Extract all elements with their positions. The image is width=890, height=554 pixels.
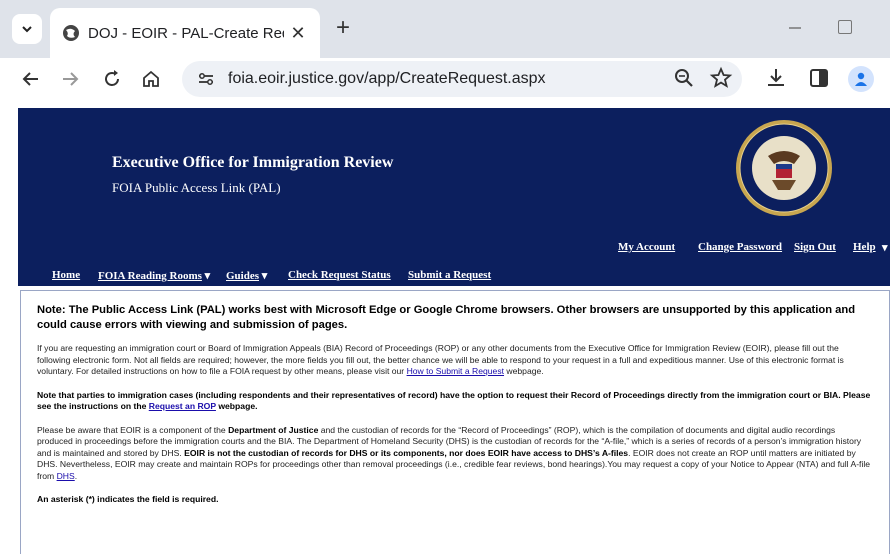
custodian-text-b: Department of Justice (228, 424, 319, 435)
nav-submit-label: Submit a Request (408, 269, 492, 281)
zoom-icon[interactable] (672, 66, 696, 90)
dhs-link[interactable]: DHS (57, 471, 75, 481)
site-header-banner: Executive Office for Immigration Review … (18, 108, 890, 286)
web-page: Executive Office for Immigration Review … (8, 108, 890, 554)
intro-end: webpage. (504, 366, 544, 376)
main-content: Note: The Public Access Link (PAL) works… (20, 290, 890, 554)
chevron-down-icon (22, 26, 32, 33)
browser-tab-bar: DOJ - EOIR - PAL-Create Reque ✕ + (0, 0, 890, 58)
browser-toolbar: foia.eoir.justice.gov/app/CreateRequest.… (0, 58, 890, 100)
nav-guides-label: Guides (226, 270, 260, 282)
tab-title: DOJ - EOIR - PAL-Create Reque (88, 24, 284, 42)
tab-close-icon[interactable]: ✕ (288, 23, 308, 44)
forward-icon[interactable] (57, 66, 83, 92)
help-caret-icon: ▾ (882, 242, 888, 254)
custodian-text-a: Please be aware that EOIR is a component… (37, 424, 229, 435)
intro-paragraph: If you are requesting an immigration cou… (37, 343, 873, 378)
agency-subtitle: FOIA Public Access Link (PAL) (112, 180, 281, 195)
back-icon[interactable] (18, 66, 44, 92)
sign-out-link[interactable]: Sign Out (794, 241, 836, 253)
nav-home[interactable]: Home (52, 269, 80, 281)
url-text: foia.eoir.justice.gov/app/CreateRequest.… (228, 70, 546, 87)
nav-home-label: Home (52, 269, 81, 281)
agency-title: Executive Office for Immigration Review (112, 154, 394, 171)
how-to-submit-link[interactable]: How to Submit a Request (407, 366, 504, 376)
doj-seal-icon (736, 120, 832, 216)
change-password-link[interactable]: Change Password (698, 241, 782, 253)
nav-check-request-status[interactable]: Check Request Status (288, 269, 391, 281)
nav-check-status-label: Check Request Status (288, 269, 391, 281)
globe-icon (63, 25, 79, 41)
side-panel-icon[interactable] (807, 66, 831, 90)
reload-icon[interactable] (99, 66, 125, 92)
custodian-paragraph: Please be aware that EOIR is a component… (37, 425, 873, 483)
nav-foia-reading-rooms[interactable]: FOIA Reading Rooms ▾ (98, 269, 210, 282)
request-rop-link[interactable]: Request an ROP (149, 401, 216, 411)
chevron-down-icon: ▾ (261, 270, 268, 282)
chevron-down-icon: ▾ (204, 270, 211, 282)
custodian-end: . (74, 470, 78, 481)
address-bar[interactable]: foia.eoir.justice.gov/app/CreateRequest.… (182, 61, 742, 97)
profile-avatar-icon[interactable] (848, 66, 874, 92)
rop-note-end: webpage. (215, 401, 258, 411)
tab-search-button[interactable] (12, 14, 42, 44)
bookmark-star-icon[interactable] (709, 66, 733, 90)
browser-support-note: Note: The Public Access Link (PAL) works… (37, 304, 856, 331)
help-label: Help (853, 241, 876, 253)
nav-guides[interactable]: Guides ▾ (226, 269, 267, 282)
my-account-link[interactable]: My Account (618, 241, 675, 253)
new-tab-button[interactable]: + (330, 16, 356, 42)
download-icon[interactable] (764, 66, 788, 90)
nav-submit-request[interactable]: Submit a Request (408, 269, 491, 281)
minimize-icon[interactable] (785, 18, 805, 38)
home-icon[interactable] (138, 66, 164, 92)
nav-reading-rooms-label: FOIA Reading Rooms (98, 270, 202, 282)
custodian-text-d: EOIR is not the custodian of records for… (184, 447, 629, 458)
required-field-note: An asterisk (*) indicates the field is r… (37, 494, 219, 504)
rop-note-paragraph: Note that parties to immigration cases (… (37, 390, 873, 413)
site-info-icon[interactable] (194, 67, 218, 91)
active-tab[interactable]: DOJ - EOIR - PAL-Create Reque ✕ (50, 8, 320, 58)
maximize-icon[interactable] (838, 20, 852, 34)
help-menu[interactable]: Help (853, 241, 876, 253)
